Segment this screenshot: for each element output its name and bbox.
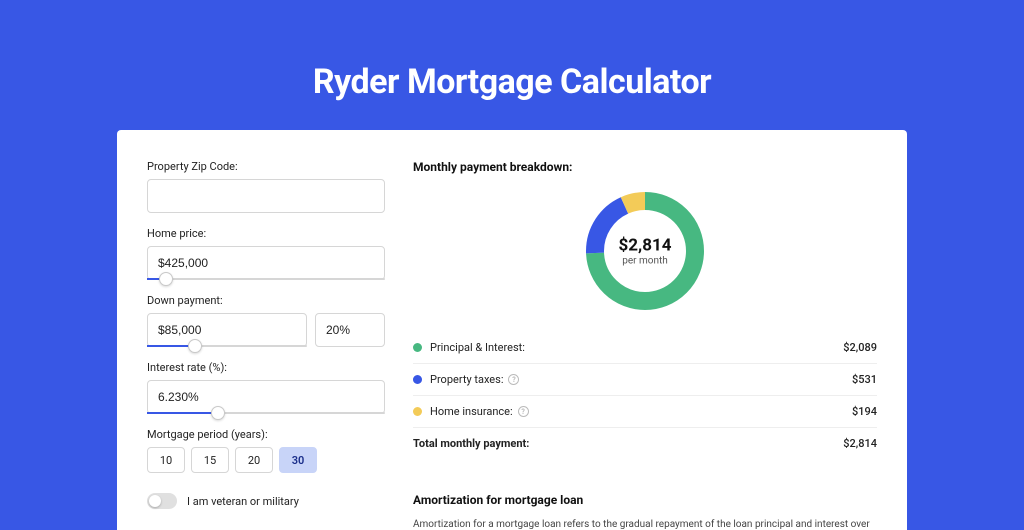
total-row: Total monthly payment: $2,814 bbox=[413, 428, 877, 459]
legend-value: $531 bbox=[852, 373, 877, 386]
legend: Principal & Interest:$2,089Property taxe… bbox=[413, 332, 877, 428]
donut-sub: per month bbox=[619, 256, 672, 267]
legend-dot bbox=[413, 375, 422, 384]
interest-input[interactable] bbox=[147, 380, 385, 414]
legend-row: Property taxes:?$531 bbox=[413, 364, 877, 396]
home-price-field-group: Home price: bbox=[147, 227, 385, 280]
interest-field-group: Interest rate (%): bbox=[147, 361, 385, 414]
home-price-slider[interactable] bbox=[147, 278, 385, 280]
legend-label: Principal & Interest: bbox=[430, 341, 843, 354]
legend-value: $194 bbox=[852, 405, 877, 418]
interest-slider[interactable] bbox=[147, 412, 385, 414]
slider-thumb[interactable] bbox=[211, 406, 225, 420]
period-option-15[interactable]: 15 bbox=[191, 447, 229, 473]
zip-label: Property Zip Code: bbox=[147, 160, 385, 173]
amortization-title: Amortization for mortgage loan bbox=[413, 493, 877, 507]
legend-label: Property taxes:? bbox=[430, 373, 852, 386]
legend-value: $2,089 bbox=[843, 341, 877, 354]
calculator-card: Property Zip Code: Home price: Down paym… bbox=[117, 130, 907, 530]
veteran-label: I am veteran or military bbox=[187, 495, 299, 508]
zip-input[interactable] bbox=[147, 179, 385, 213]
period-options: 10152030 bbox=[147, 447, 385, 473]
legend-label: Home insurance:? bbox=[430, 405, 852, 418]
down-payment-amount-input[interactable] bbox=[147, 313, 307, 347]
down-payment-percent-input[interactable] bbox=[315, 313, 385, 347]
veteran-toggle[interactable] bbox=[147, 493, 177, 509]
period-field-group: Mortgage period (years): 10152030 bbox=[147, 428, 385, 473]
period-label: Mortgage period (years): bbox=[147, 428, 385, 441]
page-title: Ryder Mortgage Calculator bbox=[0, 0, 1024, 102]
info-icon[interactable]: ? bbox=[508, 374, 519, 385]
interest-label: Interest rate (%): bbox=[147, 361, 385, 374]
amortization-section: Amortization for mortgage loan Amortizat… bbox=[413, 479, 877, 530]
donut-chart: $2,814 per month bbox=[582, 188, 708, 314]
period-option-20[interactable]: 20 bbox=[235, 447, 273, 473]
legend-dot bbox=[413, 343, 422, 352]
breakdown-column: Monthly payment breakdown: $2,814 per mo… bbox=[413, 160, 877, 530]
home-price-input[interactable] bbox=[147, 246, 385, 280]
zip-field-group: Property Zip Code: bbox=[147, 160, 385, 213]
legend-row: Principal & Interest:$2,089 bbox=[413, 332, 877, 364]
slider-fill bbox=[147, 412, 218, 414]
period-option-30[interactable]: 30 bbox=[279, 447, 317, 473]
donut-chart-wrap: $2,814 per month bbox=[413, 188, 877, 314]
veteran-toggle-row: I am veteran or military bbox=[147, 493, 385, 509]
down-payment-slider[interactable] bbox=[147, 345, 307, 347]
legend-dot bbox=[413, 407, 422, 416]
amortization-text: Amortization for a mortgage loan refers … bbox=[413, 517, 877, 530]
total-label: Total monthly payment: bbox=[413, 437, 843, 450]
down-payment-label: Down payment: bbox=[147, 294, 385, 307]
inputs-column: Property Zip Code: Home price: Down paym… bbox=[147, 160, 385, 530]
donut-center: $2,814 per month bbox=[619, 236, 672, 267]
breakdown-title: Monthly payment breakdown: bbox=[413, 160, 877, 174]
down-payment-field-group: Down payment: bbox=[147, 294, 385, 347]
home-price-label: Home price: bbox=[147, 227, 385, 240]
legend-row: Home insurance:?$194 bbox=[413, 396, 877, 428]
donut-amount: $2,814 bbox=[619, 236, 672, 256]
info-icon[interactable]: ? bbox=[518, 406, 529, 417]
total-value: $2,814 bbox=[843, 437, 877, 450]
slider-thumb[interactable] bbox=[188, 339, 202, 353]
slider-thumb[interactable] bbox=[159, 272, 173, 286]
period-option-10[interactable]: 10 bbox=[147, 447, 185, 473]
